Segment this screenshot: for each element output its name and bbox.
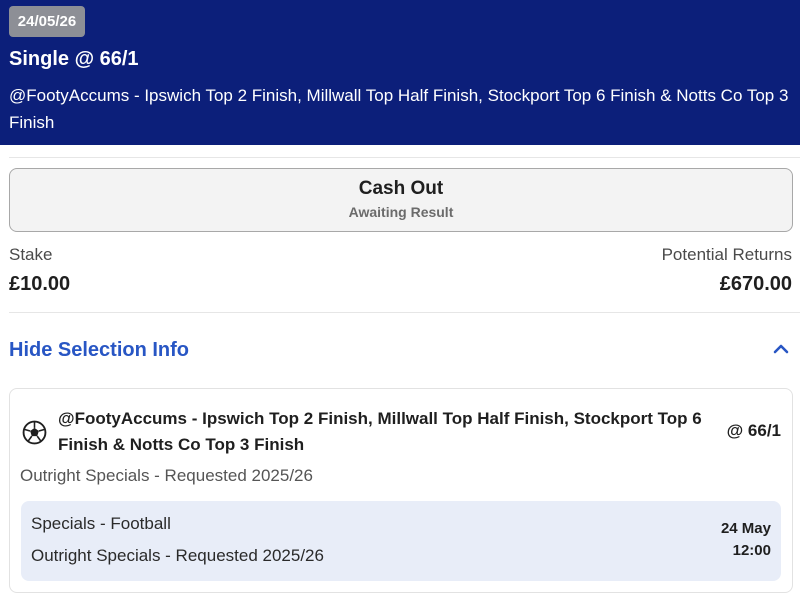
event-sport: Specials - Football — [31, 514, 171, 533]
bet-description: @FootyAccums - Ipswich Top 2 Finish, Mil… — [9, 86, 789, 132]
event-time: 12:00 — [732, 542, 771, 559]
divider — [9, 312, 800, 313]
event-date: 24 May — [720, 520, 771, 537]
divider — [9, 157, 800, 158]
potential-returns-label: Potential Returns — [661, 245, 792, 264]
potential-returns-value: £670.00 — [719, 273, 792, 295]
bet-title: Single @ 66/1 — [9, 48, 139, 70]
hide-selection-info-label: Hide Selection Info — [9, 339, 190, 361]
cash-out-label: Cash Out — [358, 178, 444, 199]
cash-out-button[interactable]: Cash Out Awaiting Result — [9, 168, 793, 232]
cash-out-status: Awaiting Result — [348, 204, 454, 220]
selection-market: Outright Specials - Requested 2025/26 — [20, 466, 313, 485]
date-badge: 24/05/26 — [9, 6, 85, 37]
selection-name: @FootyAccums - Ipswich Top 2 Finish, Mil… — [58, 409, 702, 454]
stake-value: £10.00 — [9, 273, 71, 295]
stake-label: Stake — [9, 245, 53, 264]
chevron-up-icon[interactable] — [772, 342, 790, 356]
hide-selection-info-toggle[interactable]: Hide Selection Info — [0, 330, 800, 370]
football-icon — [22, 420, 47, 445]
selection-odds: @ 66/1 — [726, 421, 781, 440]
bet-header: 24/05/26 Single @ 66/1 @FootyAccums - Ip… — [0, 0, 800, 145]
event-market: Outright Specials - Requested 2025/26 — [31, 546, 324, 565]
event-info: Specials - Football Outright Specials - … — [21, 501, 781, 581]
selection-card: @FootyAccums - Ipswich Top 2 Finish, Mil… — [9, 388, 793, 593]
